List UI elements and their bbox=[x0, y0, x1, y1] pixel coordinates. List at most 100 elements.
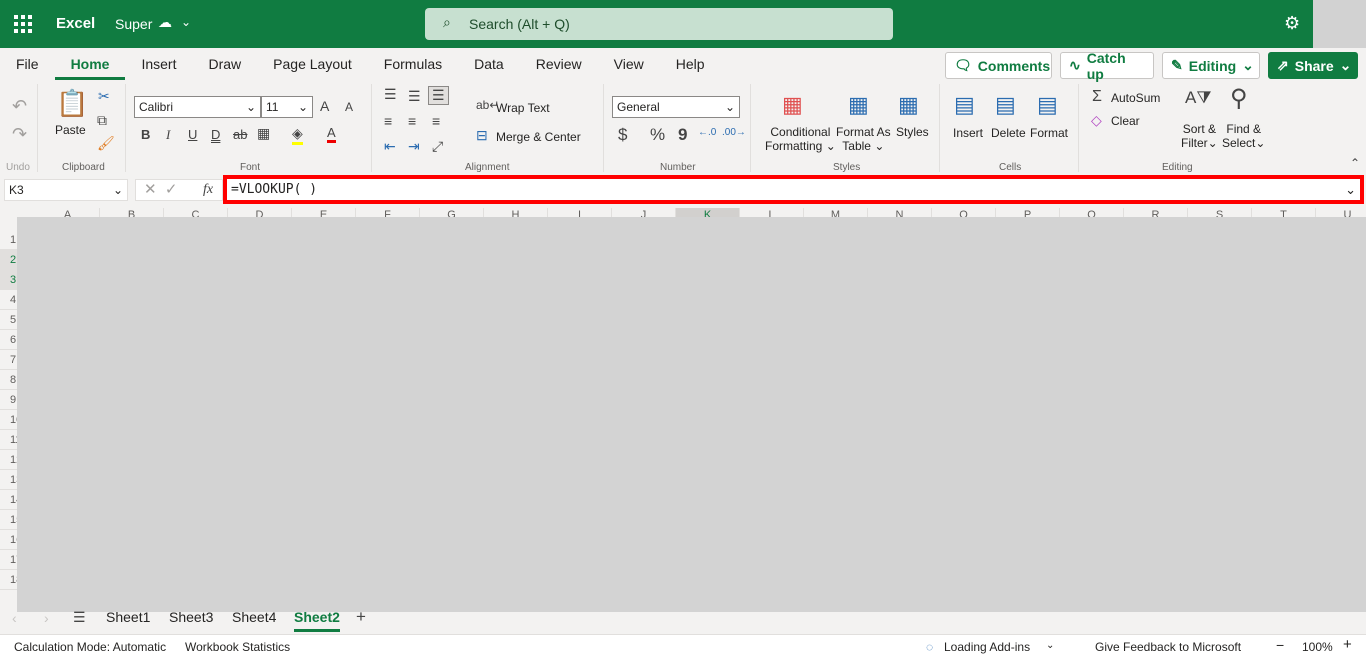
merge-center-button[interactable]: Merge & Center bbox=[496, 130, 581, 144]
sheet-tab-sheet2[interactable]: Sheet2 bbox=[294, 609, 340, 632]
align-top-icon[interactable]: ☰ bbox=[384, 86, 397, 103]
zoom-out-icon[interactable]: − bbox=[1276, 637, 1284, 653]
undo-icon[interactable]: ↶ bbox=[12, 96, 27, 117]
gear-icon[interactable]: ⚙ bbox=[1284, 13, 1300, 34]
insert-function-button[interactable]: fx bbox=[203, 182, 213, 198]
number-format-select[interactable]: General ⌄ bbox=[612, 96, 740, 118]
font-color-button[interactable]: A bbox=[327, 125, 336, 143]
increase-decimal-icon[interactable]: ←.0 bbox=[698, 127, 716, 138]
sheet-tab-sheet1[interactable]: Sheet1 bbox=[106, 609, 150, 625]
comma-style-button[interactable]: 9 bbox=[678, 125, 687, 145]
cut-icon[interactable]: ✂ bbox=[98, 88, 110, 105]
decrease-decimal-icon[interactable]: .00→ bbox=[722, 127, 746, 138]
conditional-formatting-button[interactable]: Conditional Formatting ⌄ bbox=[765, 125, 836, 153]
tab-formulas[interactable]: Formulas bbox=[368, 48, 458, 80]
decrease-indent-icon[interactable]: ⇤ bbox=[384, 138, 396, 155]
underline-button[interactable]: U bbox=[188, 127, 197, 142]
insert-cells-button[interactable]: Insert bbox=[953, 126, 983, 140]
font-size-select[interactable]: 11 ⌄ bbox=[261, 96, 313, 118]
row-header[interactable]: 12 bbox=[0, 450, 17, 470]
chevron-down-icon[interactable]: ⌄ bbox=[181, 15, 191, 29]
row-header[interactable]: 18 bbox=[0, 570, 17, 590]
wrap-text-button[interactable]: Wrap Text bbox=[496, 101, 550, 115]
app-name[interactable]: Excel bbox=[56, 15, 95, 32]
catch-up-button[interactable]: ∿ Catch up bbox=[1060, 50, 1154, 82]
row-header[interactable]: 15 bbox=[0, 510, 17, 530]
tab-insert[interactable]: Insert bbox=[125, 48, 192, 80]
format-cells-button[interactable]: Format bbox=[1030, 126, 1068, 140]
all-sheets-icon[interactable]: ☰ bbox=[73, 609, 86, 626]
workbook-statistics[interactable]: Workbook Statistics bbox=[185, 640, 290, 654]
tab-home[interactable]: Home bbox=[54, 48, 126, 80]
loading-add-ins[interactable]: Loading Add-ins bbox=[944, 640, 1030, 654]
redo-icon[interactable]: ↷ bbox=[12, 124, 27, 145]
bold-button[interactable]: B bbox=[141, 127, 150, 142]
copy-icon[interactable]: ⧉ bbox=[97, 112, 107, 129]
zoom-level[interactable]: 100% bbox=[1302, 640, 1333, 654]
row-header[interactable]: 10 bbox=[0, 410, 17, 430]
currency-button[interactable]: $ bbox=[618, 125, 627, 145]
format-painter-icon[interactable]: 🖌 bbox=[97, 135, 115, 152]
row-header[interactable]: 9 bbox=[0, 390, 17, 410]
row-header[interactable]: 7 bbox=[0, 350, 17, 370]
double-underline-button[interactable]: D bbox=[211, 127, 220, 142]
autosum-button[interactable]: AutoSum bbox=[1111, 91, 1160, 105]
grow-font-icon[interactable]: A bbox=[320, 98, 329, 114]
row-header[interactable]: 1 bbox=[0, 230, 17, 250]
zoom-in-icon[interactable]: + bbox=[1343, 636, 1352, 653]
tab-review[interactable]: Review bbox=[520, 48, 598, 80]
comments-button[interactable]: 🗨 Comments bbox=[945, 52, 1052, 79]
row-header[interactable]: 6 bbox=[0, 330, 17, 350]
row-header[interactable]: 4 bbox=[0, 290, 17, 310]
increase-indent-icon[interactable]: ⇥ bbox=[408, 138, 420, 155]
cell-styles-button[interactable]: Styles bbox=[896, 125, 929, 139]
row-header[interactable]: 3 bbox=[0, 270, 17, 290]
fill-color-icon[interactable]: ◈ bbox=[292, 125, 303, 145]
align-middle-icon[interactable]: ☰ bbox=[408, 88, 421, 105]
font-name-select[interactable]: Calibri ⌄ bbox=[134, 96, 261, 118]
orientation-icon[interactable]: ⤢ bbox=[432, 138, 443, 155]
editing-mode-button[interactable]: ✎ Editing ⌄ bbox=[1162, 52, 1260, 79]
app-launcher-icon[interactable] bbox=[14, 15, 32, 33]
sheet-tab-sheet3[interactable]: Sheet3 bbox=[169, 609, 213, 625]
feedback-link[interactable]: Give Feedback to Microsoft bbox=[1095, 640, 1241, 654]
formula-input[interactable]: =VLOOKUP( ) ⌄ bbox=[223, 175, 1364, 204]
expand-formula-icon[interactable]: ⌄ bbox=[1345, 182, 1356, 198]
file-name[interactable]: Super bbox=[115, 16, 152, 32]
scroll-right-icon[interactable]: › bbox=[44, 610, 49, 626]
tab-help[interactable]: Help bbox=[660, 48, 721, 80]
calculation-mode[interactable]: Calculation Mode: Automatic bbox=[14, 640, 166, 654]
italic-button[interactable]: I bbox=[166, 127, 170, 143]
search-box[interactable]: ⌕ Search (Alt + Q) bbox=[425, 8, 893, 40]
borders-icon[interactable]: ▦ bbox=[257, 125, 270, 142]
row-header[interactable]: 13 bbox=[0, 470, 17, 490]
align-center-icon[interactable]: ≡ bbox=[408, 113, 416, 129]
row-header[interactable]: 11 bbox=[0, 430, 17, 450]
paste-icon[interactable]: 📋 bbox=[56, 88, 88, 119]
find-select-button[interactable]: Find & Select⌄ bbox=[1222, 122, 1265, 150]
row-header[interactable]: 16 bbox=[0, 530, 17, 550]
tab-view[interactable]: View bbox=[598, 48, 660, 80]
sheet-tab-sheet4[interactable]: Sheet4 bbox=[232, 609, 276, 625]
scroll-left-icon[interactable]: ‹ bbox=[12, 610, 17, 626]
collapse-ribbon-icon[interactable]: ⌃ bbox=[1350, 156, 1360, 170]
shrink-font-icon[interactable]: A bbox=[345, 100, 353, 114]
cancel-icon[interactable]: ✕ bbox=[144, 181, 157, 198]
row-header[interactable]: 8 bbox=[0, 370, 17, 390]
align-right-icon[interactable]: ≡ bbox=[432, 113, 440, 129]
name-box[interactable]: K3 ⌄ bbox=[4, 179, 128, 201]
row-header[interactable]: 2 bbox=[0, 250, 17, 270]
row-header[interactable]: 14 bbox=[0, 490, 17, 510]
share-button[interactable]: ⇗ Share ⌄ bbox=[1268, 52, 1358, 79]
align-bottom-icon[interactable]: ☰ bbox=[428, 86, 449, 105]
tab-data[interactable]: Data bbox=[458, 48, 520, 80]
tab-file[interactable]: File bbox=[0, 48, 55, 80]
strikethrough-button[interactable]: ab bbox=[233, 127, 247, 142]
row-header[interactable]: 5 bbox=[0, 310, 17, 330]
tab-page-layout[interactable]: Page Layout bbox=[257, 48, 368, 80]
sort-filter-button[interactable]: Sort & Filter⌄ bbox=[1181, 122, 1218, 150]
format-as-table-button[interactable]: Format As Table ⌄ bbox=[836, 125, 891, 153]
enter-icon[interactable]: ✓ bbox=[165, 181, 178, 198]
delete-cells-button[interactable]: Delete bbox=[991, 126, 1026, 140]
clear-button[interactable]: Clear bbox=[1111, 114, 1140, 128]
